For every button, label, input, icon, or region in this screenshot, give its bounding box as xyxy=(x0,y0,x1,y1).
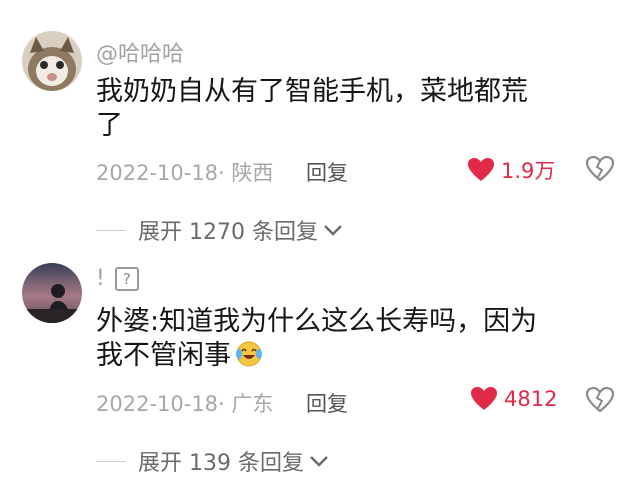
comment-date: 2022-10-18 xyxy=(96,392,219,416)
chevron-down-icon xyxy=(310,456,328,467)
username-text: ! xyxy=(96,266,105,291)
expand-replies-button[interactable]: 展开 1270 条回复 xyxy=(96,214,344,246)
laughing-crying-emoji-icon xyxy=(235,340,263,377)
comment-text-line: 我奶奶自从有了智能手机，菜地都荒 xyxy=(96,76,528,107)
cat-avatar-icon xyxy=(22,31,82,91)
comment-username[interactable]: @哈哈哈 xyxy=(96,36,184,68)
comment-text-line: 了 xyxy=(96,110,123,141)
comment-text: 外婆:知道我为什么这么长寿吗，因为 我不管闲事 xyxy=(96,305,616,377)
reply-button[interactable]: 回复 xyxy=(306,157,348,187)
comment-meta: 2022-10-18· 广东 xyxy=(96,388,273,418)
divider-line xyxy=(96,229,126,231)
comment-meta: 2022-10-18· 陕西 xyxy=(96,157,273,187)
comment-location: · 陕西 xyxy=(218,161,274,185)
broken-heart-icon xyxy=(585,155,615,182)
user-avatar[interactable] xyxy=(22,31,82,91)
comment-text-fragment: 我不管闲事 xyxy=(96,340,231,371)
expand-replies-label: 展开 1270 条回复 xyxy=(138,220,318,245)
heart-filled-icon xyxy=(468,158,494,181)
comment-username[interactable]: !? xyxy=(96,266,139,291)
comment-location: · 广东 xyxy=(218,392,274,416)
comment-text-line: 外婆:知道我为什么这么长寿吗，因为 xyxy=(96,306,538,337)
comment-date: 2022-10-18 xyxy=(96,161,219,185)
expand-replies-label: 展开 139 条回复 xyxy=(138,451,304,476)
silhouette-avatar-icon xyxy=(22,263,82,323)
chevron-down-icon xyxy=(324,225,342,236)
broken-heart-icon xyxy=(585,386,615,413)
comment-text: 我奶奶自从有了智能手机，菜地都荒 了 xyxy=(96,75,616,143)
user-avatar[interactable] xyxy=(22,263,82,323)
expand-replies-button[interactable]: 展开 139 条回复 xyxy=(96,445,330,477)
dislike-button[interactable] xyxy=(585,386,615,413)
comment-text-line: 我不管闲事 xyxy=(96,339,616,377)
like-count: 4812 xyxy=(504,387,558,411)
dislike-button[interactable] xyxy=(585,155,615,182)
like-count: 1.9万 xyxy=(501,159,556,183)
divider-line xyxy=(96,460,126,462)
heart-filled-icon xyxy=(471,387,497,410)
unknown-glyph-badge: ? xyxy=(114,267,139,291)
like-button[interactable]: 1.9万 xyxy=(467,155,555,185)
like-button[interactable]: 4812 xyxy=(470,386,557,412)
reply-button[interactable]: 回复 xyxy=(306,388,348,418)
